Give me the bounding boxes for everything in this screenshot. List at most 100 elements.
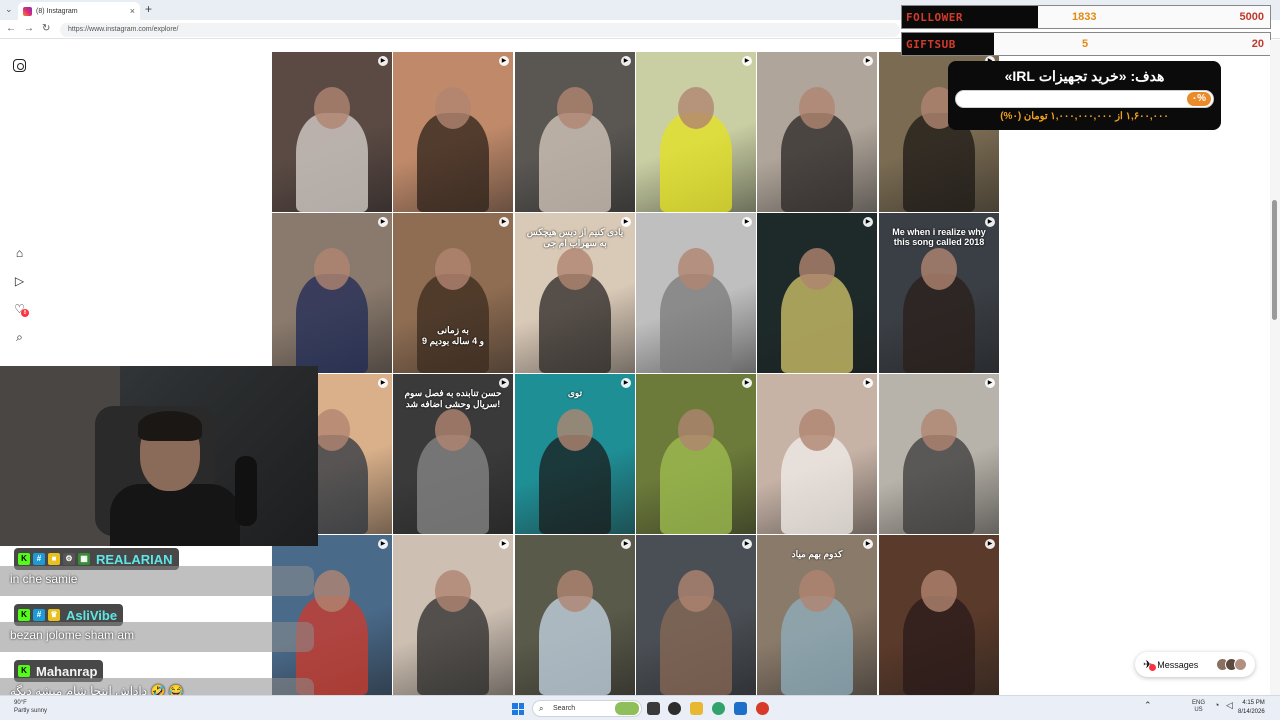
chat-message: bezan jolome sham am [0,622,314,652]
page-scrollbar[interactable] [1270,40,1280,695]
explore-post-tile[interactable]: ▶ [636,52,756,212]
instagram-favicon-icon [23,6,32,16]
weather-desc: Partly sunny [14,708,48,714]
taskbar-edge-icon[interactable] [712,702,725,715]
taskbar-clock[interactable]: 4:15 PM 8/14/2026 [1238,699,1265,717]
taskbar-obs-icon[interactable] [668,702,681,715]
taskbar-folder-icon[interactable] [690,702,703,715]
back-arrow-icon[interactable]: ← [6,23,16,34]
post-subject-head [678,248,714,290]
explore-post-tile[interactable]: ▶ [515,535,635,695]
reel-icon: ▶ [742,539,752,549]
tab-close-icon[interactable]: × [130,6,135,16]
post-subject-head [557,87,593,129]
giftsub-current: 5 [1082,38,1089,50]
explore-post-tile[interactable]: ▶ [272,52,392,212]
start-button-icon[interactable] [512,703,524,715]
messages-label: Messages [1157,659,1199,670]
clock-time: 4:15 PM [1242,700,1265,706]
post-subject-head [921,248,957,290]
chat-badge-icon: # [33,609,45,621]
taskbar-widget-icon[interactable] [615,702,639,715]
browser-tab-instagram[interactable]: (8) Instagram × [18,2,140,20]
new-tab-button[interactable]: + [145,2,152,16]
post-subject-head [678,409,714,451]
home-icon[interactable]: ⌂ [13,247,26,260]
explore-post-tile[interactable]: ▶ [636,374,756,534]
chat-badge-icon: K [18,553,30,565]
explore-post-tile[interactable]: ▶ [879,374,999,534]
giftsub-goal: 20 [1251,38,1264,50]
explore-post-tile[interactable]: ▶ [272,213,392,373]
search-placeholder: Search [553,705,576,712]
explore-post-tile[interactable]: ▶ [636,535,756,695]
wifi-icon[interactable]: ◔ [1214,700,1219,710]
reel-icon: ▶ [378,539,388,549]
tab-list-chevron-icon[interactable]: ⌄ [5,4,13,15]
webcam-person-hair [138,411,202,441]
forward-arrow-icon[interactable]: → [24,23,34,34]
explore-post-tile[interactable]: Me when i realize why this song called 2… [879,213,999,373]
reel-icon: ▶ [742,56,752,66]
chat-username[interactable]: AsliVibe [66,608,117,623]
reels-icon[interactable]: ▷ [13,275,26,288]
goal-title: هدف: «خرید تجهیزات IRL» [1004,68,1165,84]
chat-badge-icon: ⚙ [63,553,75,565]
webcam-person-body [110,484,240,546]
reel-icon: ▶ [621,378,631,388]
taskbar-app-icon[interactable] [647,702,660,715]
follower-goal-counter: FOLLOWER 1833 5000 [901,5,1271,29]
language-indicator[interactable]: ENG US [1192,700,1205,714]
chat-badge-icon: K [18,665,30,677]
chat-message: in che samie [0,566,314,596]
reel-icon: ▶ [863,539,873,549]
reel-icon: ▶ [499,539,509,549]
post-subject-head [921,570,957,612]
url-input[interactable]: https://www.instagram.com/explore/ [60,23,900,37]
tab-title: (8) Instagram [36,7,78,15]
explore-post-tile[interactable]: کدوم بهم میاد ▶ [757,535,877,695]
explore-post-tile[interactable]: ▶ [757,213,877,373]
explore-post-tile[interactable]: حسن تنابنده به فصل سوم سریال وحشی اضافه … [393,374,513,534]
post-caption: به زمانی 9 و 4 ساله بودیم [422,325,484,346]
taskbar-store-icon[interactable] [734,702,747,715]
explore-post-tile[interactable]: ▶ [393,52,513,212]
explore-post-tile[interactable]: ▶ [515,52,635,212]
instagram-logo-icon[interactable] [13,59,26,72]
explore-post-tile[interactable]: به زمانی 9 و 4 ساله بودیم ▶ [393,213,513,373]
explore-post-tile[interactable]: ▶ [757,52,877,212]
clock-date: 8/14/2026 [1238,709,1265,715]
reload-icon[interactable]: ↻ [42,23,50,34]
weather-widget[interactable]: 90°F Partly sunny [14,699,47,715]
avatar [1234,658,1247,671]
chat-badge-icon: ▦ [78,553,90,565]
reel-icon: ▶ [378,217,388,227]
post-subject-head [921,409,957,451]
tray-chevron-icon[interactable]: ⌃ [1144,700,1152,711]
explore-post-tile[interactable]: ▶ [757,374,877,534]
chat-badge-icon: K [18,609,30,621]
webcam-microphone [235,456,257,526]
explore-post-tile[interactable]: توی ▶ [515,374,635,534]
explore-post-tile[interactable]: ▶ [393,535,513,695]
follower-label: FOLLOWER [902,6,1038,28]
messages-icon: ✈ [1143,658,1156,671]
explore-post-tile[interactable]: ▶ [636,213,756,373]
chat-username[interactable]: REALARIAN [96,552,173,567]
post-subject-head [314,570,350,612]
explore-post-tile[interactable]: ▶ [879,535,999,695]
reel-icon: ▶ [378,56,388,66]
follower-progress-bar: 1833 5000 [1038,6,1270,28]
search-icon[interactable]: ⌕ [13,331,26,344]
follower-goal: 5000 [1239,11,1264,23]
scrollbar-thumb[interactable] [1272,200,1277,320]
messages-button[interactable]: ✈ Messages [1135,652,1255,677]
post-subject-head [314,87,350,129]
post-subject-head [678,570,714,612]
explore-post-tile[interactable]: یادی کنیم از دیس هیچکس به سهراب ام جی ▶ [515,213,635,373]
taskbar-chrome-icon[interactable] [756,702,769,715]
volume-icon[interactable]: ◁ [1226,700,1233,711]
post-subject-head [314,409,350,451]
post-subject-head [799,409,835,451]
chat-username[interactable]: Mahanrap [36,664,97,679]
